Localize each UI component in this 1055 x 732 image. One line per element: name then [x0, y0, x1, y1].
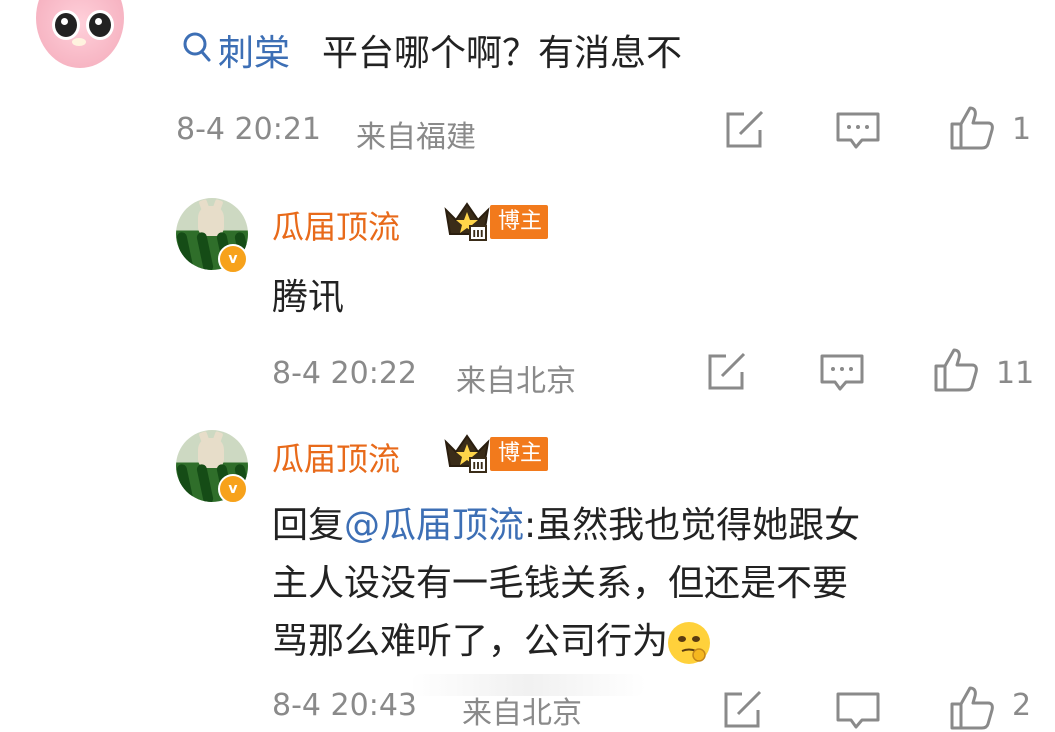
comment-time: 8-4 20:21 [176, 112, 321, 147]
username[interactable]: 瓜届顶流 [272, 434, 400, 480]
reply-text: 腾讯 [272, 277, 345, 318]
comment-location: 来自福建 [356, 120, 476, 155]
crown-level: III [472, 229, 483, 240]
reply-text-line1: 回复@瓜届顶流:虽然我也觉得她跟女 [272, 496, 860, 548]
username[interactable]: 瓜届顶流 [272, 202, 400, 248]
reply-text-part: :虽然我也觉得她跟女 [524, 505, 861, 546]
repost-icon[interactable] [706, 352, 748, 392]
like-count: 11 [996, 356, 1035, 391]
verified-badge: v [218, 474, 248, 504]
reply-time: 8-4 20:22 [272, 356, 417, 391]
thinking-face-emoji [668, 622, 711, 664]
reply-time: 8-4 20:43 [272, 688, 417, 723]
reply-prefix: 回复 [272, 505, 345, 546]
reply-text-line2: 主人设没有一毛钱关系，但还是不要 [272, 563, 849, 604]
like-count: 1 [1012, 112, 1032, 147]
thumbs-up-icon[interactable] [948, 104, 996, 152]
author-tag: 博主 [490, 437, 549, 471]
crown-icon: III [442, 200, 492, 241]
thumbs-up-icon[interactable] [948, 684, 996, 732]
avatar-eye [52, 10, 80, 40]
avatar-eye [86, 10, 114, 40]
verified-badge: v [218, 244, 248, 274]
reply-text-line3: 骂那么难听了，公司行为 [272, 612, 711, 664]
comment-icon[interactable] [820, 354, 864, 392]
search-icon [182, 30, 212, 64]
repost-icon[interactable] [724, 110, 766, 150]
thumbs-up-icon[interactable] [932, 346, 980, 394]
author-tag: 博主 [490, 205, 549, 239]
mention-link[interactable]: 刺棠 [218, 24, 290, 76]
crown-icon: III [442, 432, 492, 473]
comment-icon[interactable] [836, 692, 880, 730]
crown-level: III [472, 461, 483, 472]
avatar[interactable] [36, 0, 124, 68]
repost-icon[interactable] [722, 690, 764, 730]
avatar-mouth [72, 38, 86, 46]
home-indicator [410, 674, 646, 696]
mention-link[interactable]: @瓜届顶流 [344, 505, 524, 546]
comment-icon[interactable] [836, 112, 880, 150]
like-count: 2 [1012, 688, 1032, 723]
comment-text: 平台哪个啊？有消息不 [322, 33, 683, 74]
reply-location: 来自北京 [456, 364, 576, 399]
